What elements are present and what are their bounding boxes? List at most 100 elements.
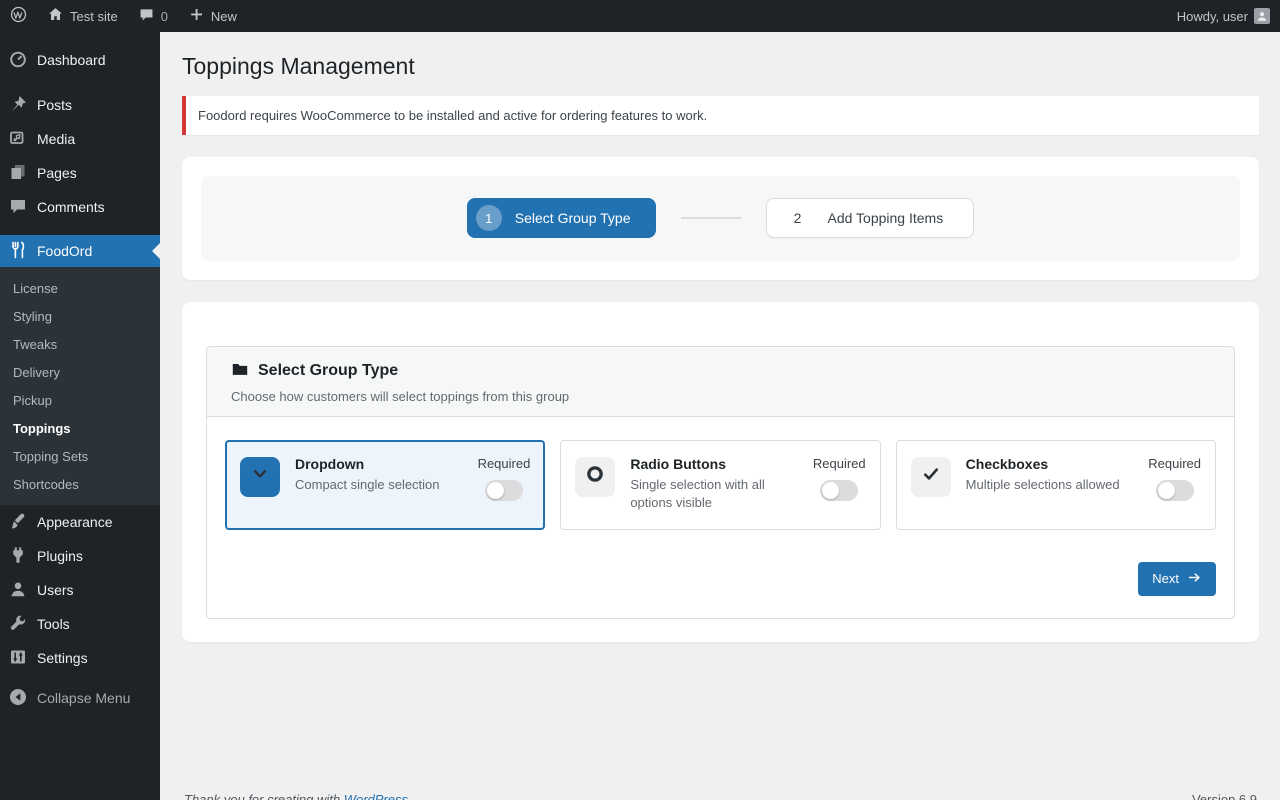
toggle-knob xyxy=(822,482,839,499)
sidebar-label: Media xyxy=(37,131,75,147)
step-connector xyxy=(681,217,741,219)
wordpress-link[interactable]: WordPress xyxy=(344,792,408,800)
option-card-checkboxes[interactable]: Checkboxes Multiple selections allowed R… xyxy=(896,440,1216,530)
submenu-item-license[interactable]: License xyxy=(0,274,160,302)
radio-circle-icon xyxy=(584,463,606,490)
group-type-title: Select Group Type xyxy=(258,362,398,380)
user-icon xyxy=(8,579,28,602)
stepper-card: 1 Select Group Type 2 Add Topping Items xyxy=(182,157,1259,280)
comments-adminbar-link[interactable]: 0 xyxy=(128,0,178,32)
sidebar-item-comments[interactable]: Comments xyxy=(0,190,160,224)
next-button[interactable]: Next xyxy=(1138,562,1216,596)
submenu-label: Toppings xyxy=(13,421,71,436)
submenu-label: Styling xyxy=(13,309,52,324)
footer-version: Version 6.9 xyxy=(1192,792,1257,800)
dropdown-tile xyxy=(240,457,280,497)
required-toggle-radio[interactable] xyxy=(820,480,858,501)
admin-footer: Thank you for creating with WordPress. V… xyxy=(182,792,1259,800)
submenu-label: Shortcodes xyxy=(13,477,79,492)
howdy-label: Howdy, user xyxy=(1177,9,1248,24)
main-content: Toppings Management Foodord requires Woo… xyxy=(160,0,1280,800)
woocommerce-notice: Foodord requires WooCommerce to be insta… xyxy=(182,96,1259,135)
pushpin-icon xyxy=(8,94,28,117)
group-type-title-row: Select Group Type xyxy=(231,360,1210,383)
sidebar-item-pages[interactable]: Pages xyxy=(0,156,160,190)
sidebar-item-foodord[interactable]: FoodOrd xyxy=(0,235,160,267)
site-name-link[interactable]: Test site xyxy=(37,0,128,32)
sidebar-item-media[interactable]: Media xyxy=(0,122,160,156)
group-type-panel-header: Select Group Type Choose how customers w… xyxy=(207,347,1234,417)
submenu-item-topping-sets[interactable]: Topping Sets xyxy=(0,442,160,470)
media-icon xyxy=(8,128,28,151)
option-card-dropdown[interactable]: Dropdown Compact single selection Requir… xyxy=(225,440,545,530)
step-2-add-topping-items[interactable]: 2 Add Topping Items xyxy=(766,198,974,238)
submenu-item-tweaks[interactable]: Tweaks xyxy=(0,330,160,358)
chevron-down-icon xyxy=(249,463,271,490)
sidebar-label: Posts xyxy=(37,97,72,113)
collapse-menu-button[interactable]: Collapse Menu xyxy=(0,681,160,715)
sidebar-item-settings[interactable]: Settings xyxy=(0,641,160,675)
sidebar-label: Dashboard xyxy=(37,52,106,68)
checkbox-tile xyxy=(911,457,951,497)
sidebar-label: Pages xyxy=(37,165,77,181)
footer-thanks-period: . xyxy=(408,792,412,800)
submenu-label: Pickup xyxy=(13,393,52,408)
submenu-item-toppings[interactable]: Toppings xyxy=(0,414,160,442)
submenu-label: License xyxy=(13,281,58,296)
required-control: Required xyxy=(813,454,866,501)
comment-count: 0 xyxy=(161,9,168,24)
step-1-select-group-type[interactable]: 1 Select Group Type xyxy=(467,198,657,238)
admin-bar: Test site 0 New Howdy, user xyxy=(0,0,1280,32)
option-title: Radio Buttons xyxy=(630,456,798,472)
step-label: Select Group Type xyxy=(515,210,631,226)
folder-icon xyxy=(231,360,249,383)
option-text: Checkboxes Multiple selections allowed xyxy=(966,454,1134,494)
sidebar-item-users[interactable]: Users xyxy=(0,573,160,607)
toggle-knob xyxy=(487,482,504,499)
sidebar-label: FoodOrd xyxy=(37,243,92,259)
pages-icon xyxy=(8,162,28,185)
plug-icon xyxy=(8,545,28,568)
submenu-item-pickup[interactable]: Pickup xyxy=(0,386,160,414)
option-description: Multiple selections allowed xyxy=(966,476,1134,494)
required-label: Required xyxy=(478,456,531,471)
submenu-item-delivery[interactable]: Delivery xyxy=(0,358,160,386)
site-name-label: Test site xyxy=(70,9,118,24)
next-label: Next xyxy=(1152,571,1179,586)
sidebar-item-tools[interactable]: Tools xyxy=(0,607,160,641)
comments-icon xyxy=(8,196,28,219)
sidebar-item-posts[interactable]: Posts xyxy=(0,88,160,122)
required-label: Required xyxy=(813,456,866,471)
group-type-panel-body: Dropdown Compact single selection Requir… xyxy=(207,417,1234,618)
footer-thanks: Thank you for creating with WordPress. xyxy=(184,792,412,800)
wordpress-logo-menu[interactable] xyxy=(0,0,37,32)
sidebar-label: Comments xyxy=(37,199,105,215)
toggle-knob xyxy=(1158,482,1175,499)
checkmark-icon xyxy=(920,463,942,490)
option-text: Radio Buttons Single selection with all … xyxy=(630,454,798,512)
next-button-row: Next xyxy=(225,562,1216,596)
option-card-radio-buttons[interactable]: Radio Buttons Single selection with all … xyxy=(560,440,880,530)
required-toggle-dropdown[interactable] xyxy=(485,480,523,501)
home-icon xyxy=(47,6,64,26)
plus-icon xyxy=(188,6,205,26)
group-type-options: Dropdown Compact single selection Requir… xyxy=(225,440,1216,530)
option-text: Dropdown Compact single selection xyxy=(295,454,463,494)
sidebar-label: Appearance xyxy=(37,514,113,530)
my-account-menu[interactable]: Howdy, user xyxy=(1167,0,1280,32)
submenu-item-styling[interactable]: Styling xyxy=(0,302,160,330)
sidebar-item-dashboard[interactable]: Dashboard xyxy=(0,43,160,77)
sidebar-item-plugins[interactable]: Plugins xyxy=(0,539,160,573)
step-number-badge: 1 xyxy=(476,205,502,231)
settings-sliders-icon xyxy=(8,647,28,670)
submenu-item-shortcodes[interactable]: Shortcodes xyxy=(0,470,160,498)
sidebar-label: Tools xyxy=(37,616,70,632)
new-content-menu[interactable]: New xyxy=(178,0,247,32)
submenu-label: Delivery xyxy=(13,365,60,380)
collapse-label: Collapse Menu xyxy=(37,690,130,706)
menu-separator xyxy=(0,224,160,235)
sidebar-label: Settings xyxy=(37,650,88,666)
sidebar-item-appearance[interactable]: Appearance xyxy=(0,505,160,539)
required-toggle-checkboxes[interactable] xyxy=(1156,480,1194,501)
collapse-arrow-icon xyxy=(8,687,28,710)
